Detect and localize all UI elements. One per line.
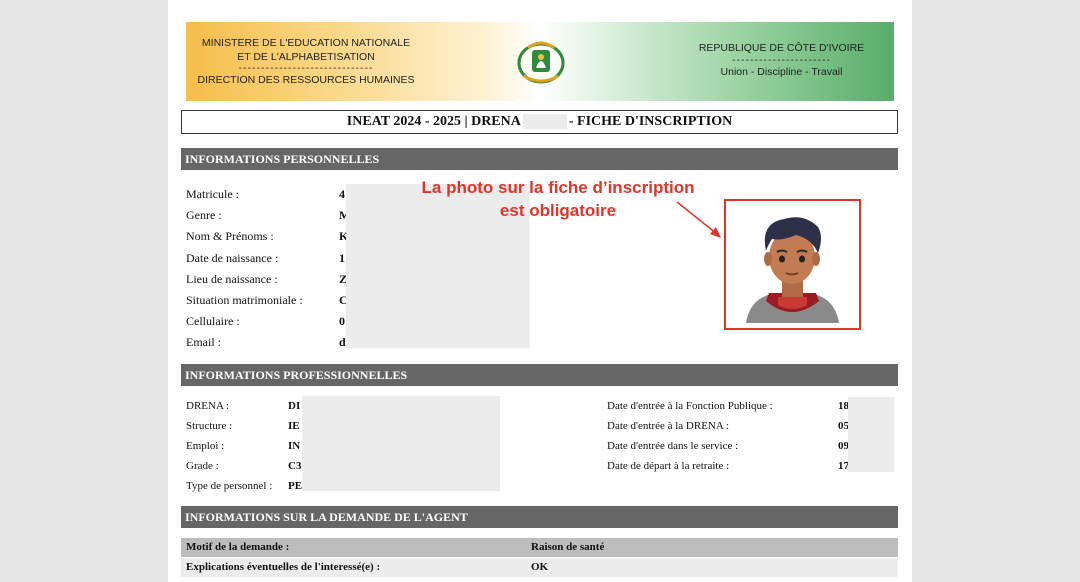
redacted-region xyxy=(522,114,567,130)
direction-name: DIRECTION DES RESSOURCES HUMAINES xyxy=(197,74,415,86)
table-row: Motif de la demande : Raison de santé xyxy=(181,538,898,557)
photo-requirement-note: La photo sur la fiche d’inscription est … xyxy=(398,176,718,222)
republic-block: REPUBLIQUE DE CÔTE D'IVOIRE ------------… xyxy=(669,41,894,80)
label-structure: Structure : xyxy=(186,420,233,432)
id-photo xyxy=(724,199,861,330)
label-type-personnel: Type de personnel : xyxy=(186,480,273,492)
label-grade: Grade : xyxy=(186,460,219,472)
value-email: d xyxy=(339,335,346,349)
value-drena: DI xyxy=(288,400,301,412)
value-type-personnel: PE xyxy=(288,480,303,492)
label-situation-matrimoniale: Situation matrimoniale : xyxy=(186,293,303,307)
label-motif: Motif de la demande : xyxy=(186,541,290,553)
avatar-photo-icon xyxy=(746,217,839,323)
label-date-naissance: Date de naissance : xyxy=(186,251,279,265)
label-explications: Explications éventuelles de l'interessé(… xyxy=(186,561,381,573)
value-explications: OK xyxy=(531,561,549,573)
section-professional-header: INFORMATIONS PROFESSIONNELLES xyxy=(181,364,898,386)
document-header: MINISTERE DE L'EDUCATION NATIONALE ET DE… xyxy=(186,22,894,101)
label-lieu-naissance: Lieu de naissance : xyxy=(186,272,278,286)
coat-of-arms-icon xyxy=(517,41,565,84)
label-nom-prenoms: Nom & Prénoms : xyxy=(186,229,274,243)
table-row: Explications éventuelles de l'interessé(… xyxy=(181,558,898,577)
page-title: INEAT 2024 - 2025 | DRENA - FICHE D'INSCR… xyxy=(181,110,898,134)
note-line-1: La photo sur la fiche d’inscription xyxy=(421,178,695,197)
label-date-drena: Date d'entrée à la DRENA : xyxy=(607,420,730,432)
label-genre: Genre : xyxy=(186,208,222,222)
value-motif: Raison de santé xyxy=(531,541,605,553)
value-matricule: 4 xyxy=(339,187,345,201)
label-date-service: Date d'entrée dans le service : xyxy=(607,440,739,452)
section-request-header: INFORMATIONS SUR LA DEMANDE DE L'AGENT xyxy=(181,506,898,528)
label-drena: DRENA : xyxy=(186,400,230,412)
label-matricule: Matricule : xyxy=(186,187,239,201)
title-part-2: - FICHE D'INSCRIPTION xyxy=(568,114,733,129)
label-date-fonction-publique: Date d'entrée à la Fonction Publique : xyxy=(607,400,773,412)
section-personal-header: INFORMATIONS PERSONNELLES xyxy=(181,148,898,170)
value-grade: C3 xyxy=(288,460,302,472)
value-emploi: IN xyxy=(288,440,301,452)
national-motto: Union - Discipline - Travail xyxy=(720,66,843,78)
label-cellulaire: Cellulaire : xyxy=(186,314,240,328)
registration-sheet: MINISTERE DE L'EDUCATION NATIONALE ET DE… xyxy=(168,0,912,582)
redacted-region xyxy=(848,397,894,472)
title-part-1: INEAT 2024 - 2025 | DRENA xyxy=(346,114,521,129)
value-cellulaire: 0 xyxy=(339,314,345,328)
header-divider: ------------------------------ xyxy=(238,62,374,74)
value-date-naissance: 1 xyxy=(339,251,345,265)
ministry-block: MINISTERE DE L'EDUCATION NATIONALE ET DE… xyxy=(186,36,426,87)
label-date-retraite: Date de départ à la retraite : xyxy=(607,460,730,472)
label-emploi: Emploi : xyxy=(186,440,225,452)
value-structure: IE xyxy=(288,420,300,432)
note-line-2: est obligatoire xyxy=(499,201,617,220)
redacted-region xyxy=(302,396,500,491)
republic-divider: ---------------------- xyxy=(732,54,831,66)
ministry-name: MINISTERE DE L'EDUCATION NATIONALE xyxy=(201,37,411,49)
label-email: Email : xyxy=(186,335,221,349)
